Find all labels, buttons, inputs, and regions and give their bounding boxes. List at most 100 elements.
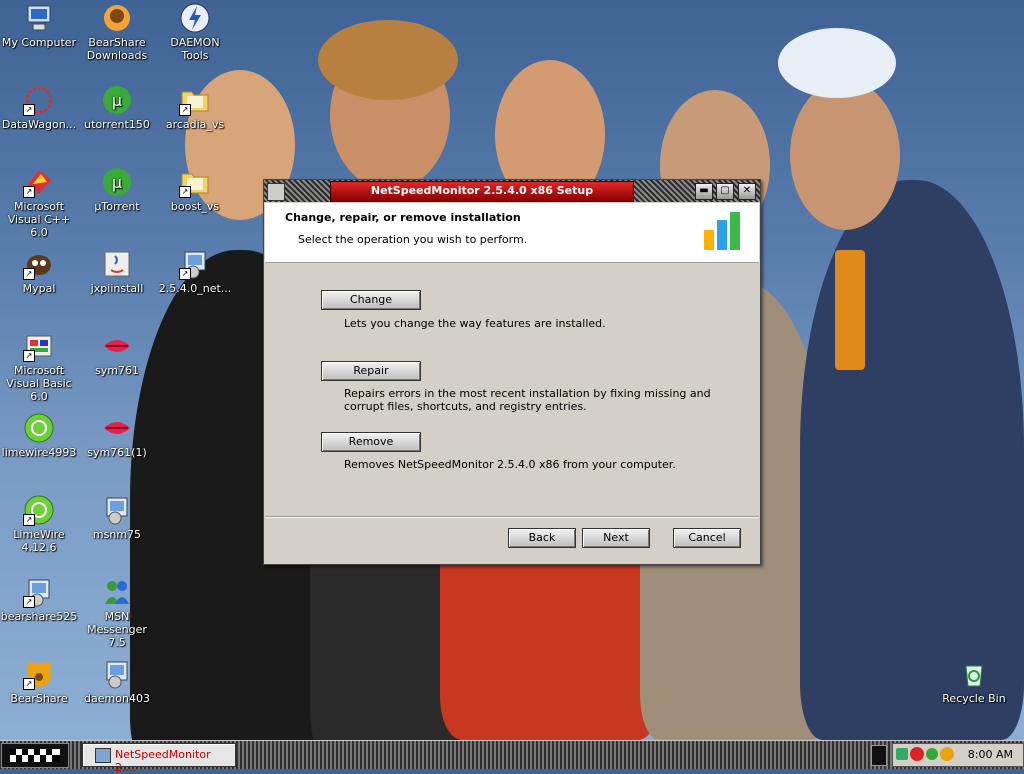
desktop-icon-sym761[interactable]: sym761: [78, 330, 156, 377]
svg-text:µ: µ: [112, 173, 122, 192]
desktop-icon-label: utorrent150: [84, 118, 150, 131]
installer-icon: ↗: [23, 576, 55, 608]
desktop-icon-msnm75[interactable]: msnm75: [78, 494, 156, 541]
desktop-icon-my-computer[interactable]: My Computer: [0, 2, 78, 49]
netspeedmonitor-logo-icon: [704, 212, 740, 250]
installer-icon: [101, 658, 133, 690]
tray-network-icon[interactable]: [896, 748, 908, 760]
desktop-icon-limewire4993[interactable]: limewire4993: [0, 412, 78, 459]
msn-messenger-icon: [101, 576, 133, 608]
desktop-icon-daemon403[interactable]: daemon403: [78, 658, 156, 705]
change-button[interactable]: Change: [321, 290, 421, 310]
dialog-header: Change, repair, or remove installation S…: [265, 203, 759, 263]
daemon-tools-icon: [179, 2, 211, 34]
desktop-icon-label: Mypal: [22, 282, 56, 295]
desktop-icon-label: BearShare: [10, 692, 68, 705]
taskbar: NetSpeedMonitor 2.... 8:00 AM: [0, 740, 1024, 774]
remove-description: Removes NetSpeedMonitor 2.5.4.0 x86 from…: [344, 458, 676, 471]
bearshare-icon: ↗: [23, 658, 55, 690]
desktop-icon-2-5-4-0-net[interactable]: ↗ 2.5.4.0_net...: [156, 248, 234, 295]
desktop-icon-datawagon[interactable]: ↗ DataWagon...: [0, 84, 78, 131]
desktop-icon-bearshare[interactable]: ↗ BearShare: [0, 658, 78, 705]
mypal-icon: ↗: [23, 248, 55, 280]
start-flag-icon: [10, 749, 60, 762]
desktop-icon-microsoft-visual-c-6-0[interactable]: ↗ Microsoft Visual C++ 6.0: [0, 166, 78, 239]
header-title: Change, repair, or remove installation: [285, 211, 521, 224]
close-button[interactable]: ✕: [738, 183, 756, 200]
back-button[interactable]: Back: [508, 528, 576, 548]
desktop-icon-msn-messenger-7-5[interactable]: MSN Messenger 7.5: [78, 576, 156, 649]
shortcut-arrow-icon: ↗: [179, 186, 191, 198]
desktop-icon-mypal[interactable]: ↗ Mypal: [0, 248, 78, 295]
repair-description: Repairs errors in the most recent instal…: [344, 387, 711, 413]
cancel-button[interactable]: Cancel: [673, 528, 741, 548]
remove-button[interactable]: Remove: [321, 432, 421, 452]
tray-bearshare-icon[interactable]: [940, 747, 954, 761]
desktop-icon-microsoft-visual-basic-6-0[interactable]: ↗ Microsoft Visual Basic 6.0: [0, 330, 78, 403]
utorrent-icon: µ: [101, 84, 133, 116]
folder-icon: ↗: [179, 84, 211, 116]
header-subtitle: Select the operation you wish to perform…: [298, 233, 528, 246]
shortcut-arrow-icon: ↗: [23, 268, 35, 280]
desktop-icon-label: sym761(1): [87, 446, 147, 459]
desktop-icon-label: Microsoft Visual Basic 6.0: [6, 364, 72, 403]
desktop-icon-limewire-4-12-6[interactable]: ↗ LimeWire 4.12.6: [0, 494, 78, 554]
limewire-icon: [23, 412, 55, 444]
tray-daemon-icon[interactable]: [910, 747, 924, 761]
java-icon: [101, 248, 133, 280]
desktop-icon-bearshare525[interactable]: ↗ bearshare525: [0, 576, 78, 623]
desktop-icon-label: daemon403: [84, 692, 150, 705]
desktop-icon-label: Recycle Bin: [942, 692, 1006, 705]
desktop-icon-arcadia-vs[interactable]: ↗ arcadia_vs: [156, 84, 234, 131]
desktop-icon-label: My Computer: [1, 36, 77, 49]
next-button[interactable]: Next: [582, 528, 650, 548]
repair-button[interactable]: Repair: [321, 361, 421, 381]
window-title: NetSpeedMonitor 2.5.4.0 x86 Setup: [330, 181, 634, 202]
desktop-icon-utorrent150[interactable]: µ utorrent150: [78, 84, 156, 131]
shortcut-arrow-icon: ↗: [23, 104, 35, 116]
shortcut-arrow-icon: ↗: [23, 186, 35, 198]
visual-cpp-icon: ↗: [23, 166, 55, 198]
desktop-icon-label: DataWagon...: [1, 118, 77, 131]
desktop-icon-label: Microsoft Visual C++ 6.0: [7, 200, 71, 239]
installer-icon: ↗: [179, 248, 211, 280]
show-desktop-icon[interactable]: [871, 745, 887, 766]
system-tray: 8:00 AM: [892, 743, 1024, 767]
desktop-icon-label: bearshare525: [0, 610, 78, 623]
taskbar-item-label: NetSpeedMonitor 2....: [115, 748, 211, 774]
desktop-icon-bearshare-downloads[interactable]: BearShare Downloads: [78, 2, 156, 62]
setup-app-icon[interactable]: [267, 183, 285, 201]
recycle-bin-icon: [958, 658, 990, 690]
footer-separator: [265, 516, 759, 518]
tray-msn-icon[interactable]: [926, 748, 938, 760]
installer-icon: [101, 494, 133, 526]
taskbar-item-setup[interactable]: NetSpeedMonitor 2....: [82, 743, 236, 774]
visual-basic-icon: ↗: [23, 330, 55, 362]
desktop-icon-label: limewire4993: [1, 446, 77, 459]
maximize-button[interactable]: ▢: [716, 183, 734, 200]
folder-shortcut-icon: [101, 2, 133, 34]
change-description: Lets you change the way features are ins…: [344, 317, 606, 330]
shortcut-arrow-icon: ↗: [23, 596, 35, 608]
limewire-icon: ↗: [23, 494, 55, 526]
desktop-icon-torrent[interactable]: µ µTorrent: [78, 166, 156, 213]
clock[interactable]: 8:00 AM: [968, 748, 1013, 761]
desktop-icon-label: 2.5.4.0_net...: [158, 282, 232, 295]
setup-window: NetSpeedMonitor 2.5.4.0 x86 Setup ▬ ▢ ✕ …: [263, 179, 761, 565]
shortcut-arrow-icon: ↗: [179, 104, 191, 116]
start-button[interactable]: [1, 743, 69, 768]
minimize-button[interactable]: ▬: [695, 183, 713, 200]
desktop-icon-jxpiinstall[interactable]: jxpiinstall: [78, 248, 156, 295]
desktop-icon-recycle-bin[interactable]: Recycle Bin: [935, 658, 1013, 705]
desktop-icon-daemon-tools[interactable]: DAEMON Tools: [156, 2, 234, 62]
title-bar[interactable]: NetSpeedMonitor 2.5.4.0 x86 Setup ▬ ▢ ✕: [264, 180, 760, 202]
desktop-icon-boost-vs[interactable]: ↗ boost_vs: [156, 166, 234, 213]
shortcut-arrow-icon: ↗: [23, 514, 35, 526]
desktop-icon-sym761-1[interactable]: sym761(1): [78, 412, 156, 459]
shortcut-arrow-icon: ↗: [179, 268, 191, 280]
utorrent-icon: µ: [101, 166, 133, 198]
desktop-icon-label: sym761: [95, 364, 139, 377]
desktop-icon-label: MSN Messenger 7.5: [87, 610, 147, 649]
lips-icon: [101, 412, 133, 444]
shortcut-arrow-icon: ↗: [23, 678, 35, 690]
